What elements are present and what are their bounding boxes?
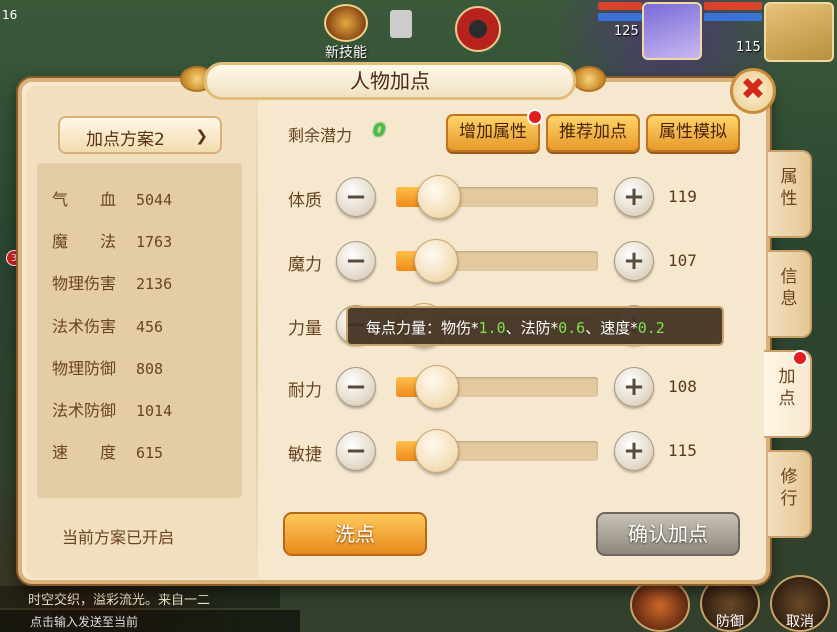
chat-message: 时空交织，溢彩流光。来自一二 — [0, 586, 280, 608]
tooltip-speed-value: 0.2 — [637, 319, 665, 337]
attribute-slider-knob[interactable] — [415, 429, 459, 473]
stat-row-phys-def: 物理防御 808 — [52, 355, 163, 385]
tooltip-phys-value: 1.0 — [478, 319, 506, 337]
stat-row-phys-dmg: 物理伤害 2136 — [52, 270, 172, 300]
stat-value: 2136 — [136, 275, 173, 293]
minus-button[interactable]: − — [336, 241, 376, 281]
add-attribute-button[interactable]: 增加属性 — [446, 114, 540, 152]
hero-level: 125 — [614, 24, 639, 39]
attribute-label: 耐力 — [288, 381, 322, 401]
plus-button[interactable]: + — [614, 367, 654, 407]
plus-button[interactable]: + — [614, 241, 654, 281]
plus-button[interactable]: + — [614, 431, 654, 471]
scheme-status: 当前方案已开启 — [62, 528, 175, 547]
pet-status-bars — [704, 2, 762, 24]
attribute-value: 119 — [668, 187, 697, 206]
stat-name: 物理伤害 — [52, 274, 117, 293]
pet-level: 115 — [736, 40, 761, 55]
attribute-value: 108 — [668, 377, 697, 396]
attribute-value: 107 — [668, 251, 697, 270]
close-button[interactable]: ✖ — [730, 68, 776, 114]
stat-row-hp: 气 血 5044 — [52, 186, 172, 216]
stat-value: 1014 — [136, 402, 173, 420]
confirm-points-button[interactable]: 确认加点 — [596, 512, 740, 556]
add-attribute-alert-dot — [527, 109, 543, 125]
title-ornament-right-icon — [572, 66, 606, 92]
tab-alert-dot — [792, 350, 808, 366]
attribute-label: 体质 — [288, 191, 322, 211]
stat-row-mp: 魔 法 1763 — [52, 228, 172, 258]
stat-name: 气 血 — [52, 190, 117, 209]
emblem-icon[interactable] — [455, 6, 501, 52]
monkey-icon — [324, 4, 368, 42]
wash-points-button[interactable]: 洗点 — [283, 512, 427, 556]
plus-button[interactable]: + — [614, 177, 654, 217]
minus-button[interactable]: − — [336, 367, 376, 407]
hero-status-bars — [598, 2, 642, 24]
tab-cultivation[interactable]: 修行 — [768, 450, 812, 538]
potential-label: 剩余潜力 — [288, 126, 353, 145]
simulate-button[interactable]: 属性模拟 — [646, 114, 740, 152]
hero-avatar[interactable] — [642, 2, 702, 60]
attribute-slider-knob[interactable] — [417, 175, 461, 219]
stat-value: 5044 — [136, 191, 173, 209]
attribute-value: 115 — [668, 441, 697, 460]
stat-name: 速 度 — [52, 443, 117, 462]
bag-icon[interactable] — [390, 10, 412, 38]
skill-button[interactable] — [630, 578, 690, 632]
stat-name: 法术防御 — [52, 401, 117, 420]
stat-value: 808 — [136, 360, 164, 378]
corner-level: 16 — [2, 8, 18, 22]
chat-input[interactable]: 点击输入发送至当前 — [0, 610, 300, 632]
stat-row-speed: 速 度 615 — [52, 439, 163, 469]
stat-row-magic-dmg: 法术伤害 456 — [52, 313, 163, 343]
new-skill-label: 新技能 — [325, 45, 367, 61]
tab-attributes[interactable]: 属性 — [768, 150, 812, 238]
stat-name: 魔 法 — [52, 232, 117, 251]
stat-row-magic-def: 法术防御 1014 — [52, 397, 172, 427]
stat-value: 1763 — [136, 233, 173, 251]
minus-button[interactable]: − — [336, 431, 376, 471]
tooltip-mid2: 、速度* — [585, 319, 638, 337]
page-title: 人物加点 — [350, 69, 430, 93]
tooltip-mdef-value: 0.6 — [558, 319, 586, 337]
attribute-label: 魔力 — [288, 255, 322, 275]
top-hud: 16 新技能 125 115 — [0, 0, 837, 70]
stat-name: 法术伤害 — [52, 317, 117, 336]
chevron-down-icon: ❯ — [195, 127, 208, 145]
new-skill-button[interactable]: 新技能 — [318, 4, 374, 62]
attribute-slider-knob[interactable] — [414, 239, 458, 283]
potential-value: 0 — [373, 120, 386, 141]
cancel-button[interactable]: 取消 — [770, 575, 830, 632]
stat-name: 物理防御 — [52, 359, 117, 378]
scheme-dropdown[interactable]: 加点方案2 ❯ — [58, 116, 222, 154]
pet-avatar[interactable] — [764, 2, 834, 62]
attribute-slider-knob[interactable] — [415, 365, 459, 409]
attribute-label: 敏捷 — [288, 445, 322, 465]
scheme-dropdown-label: 加点方案2 — [86, 130, 165, 150]
tooltip-prefix: 每点力量：物伤* — [366, 319, 479, 337]
column-divider — [256, 90, 258, 580]
attribute-label: 力量 — [288, 319, 322, 339]
tab-info[interactable]: 信息 — [768, 250, 812, 338]
recommend-button[interactable]: 推荐加点 — [546, 114, 640, 152]
title-banner: 人物加点 — [204, 62, 576, 100]
stat-value: 456 — [136, 318, 164, 336]
minus-button[interactable]: − — [336, 177, 376, 217]
stat-value: 615 — [136, 444, 164, 462]
tooltip-mid1: 、法防* — [505, 319, 559, 337]
attribute-tooltip: 每点力量：物伤*1.0、法防*0.6、速度*0.2 — [346, 306, 724, 346]
